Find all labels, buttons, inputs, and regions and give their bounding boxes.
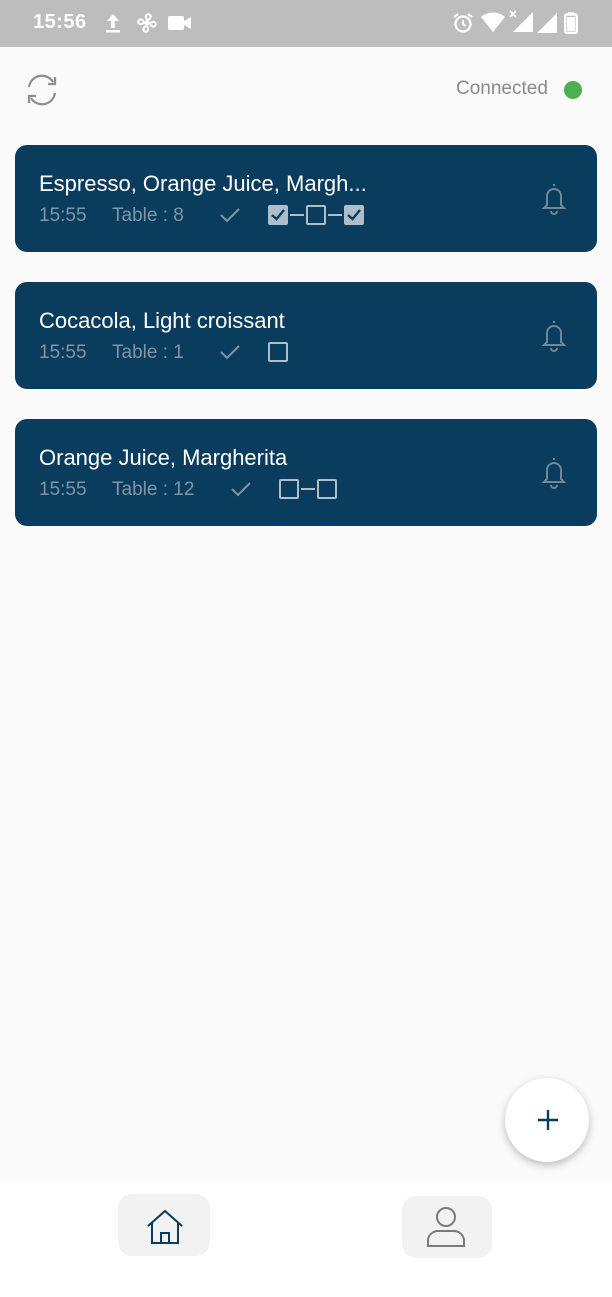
user-icon <box>427 1207 465 1247</box>
order-table: Table : 8 <box>112 205 184 226</box>
status-time: 15:56 <box>33 11 87 33</box>
check-icon <box>231 482 251 497</box>
nav-home-tab[interactable] <box>118 1194 210 1256</box>
bell-icon[interactable] <box>539 455 569 489</box>
bell-icon[interactable] <box>539 181 569 215</box>
order-table: Table : 12 <box>112 479 195 500</box>
item-checkbox-checked[interactable] <box>344 205 364 225</box>
order-table: Table : 1 <box>112 342 184 363</box>
add-order-button[interactable] <box>505 1078 589 1162</box>
signal-icon <box>509 10 533 32</box>
item-checkbox[interactable] <box>317 479 337 499</box>
fan-icon <box>137 13 157 33</box>
connection-status-label: Connected <box>456 78 548 99</box>
connection-status-dot <box>564 81 582 99</box>
status-bar: 15:56 <box>0 0 612 47</box>
nav-profile-tab[interactable] <box>402 1196 492 1258</box>
check-icon <box>220 208 240 223</box>
order-time: 15:55 <box>39 479 87 500</box>
item-checkbox[interactable] <box>279 479 299 499</box>
item-progress <box>268 340 288 364</box>
bell-icon[interactable] <box>539 318 569 352</box>
plus-icon <box>538 1110 558 1130</box>
item-checkbox[interactable] <box>306 205 326 225</box>
order-items: Espresso, Orange Juice, Margh... <box>39 171 367 196</box>
order-items: Cocacola, Light croissant <box>39 308 285 333</box>
order-items: Orange Juice, Margherita <box>39 445 288 470</box>
connector-line <box>301 488 315 490</box>
check-icon <box>220 345 240 360</box>
home-icon <box>147 1209 183 1244</box>
battery-icon <box>564 12 578 34</box>
order-card[interactable]: Espresso, Orange Juice, Margh... 15:55 T… <box>15 145 597 252</box>
order-card[interactable]: Cocacola, Light croissant 15:55 Table : … <box>15 282 597 389</box>
item-progress <box>279 477 337 501</box>
alarm-icon <box>453 13 473 33</box>
connector-line <box>328 214 342 216</box>
upload-icon <box>106 14 120 33</box>
order-card[interactable]: Orange Juice, Margherita 15:55 Table : 1… <box>15 419 597 526</box>
item-checkbox[interactable] <box>268 342 288 362</box>
item-checkbox-checked[interactable] <box>268 205 288 225</box>
order-time: 15:55 <box>39 205 87 226</box>
refresh-icon[interactable] <box>22 70 62 110</box>
video-camera-icon <box>168 16 191 30</box>
connector-line <box>290 214 304 216</box>
wifi-icon <box>481 12 505 32</box>
bottom-navigation <box>0 1183 612 1297</box>
signal-icon <box>537 13 557 33</box>
item-progress <box>268 203 364 227</box>
order-time: 15:55 <box>39 342 87 363</box>
